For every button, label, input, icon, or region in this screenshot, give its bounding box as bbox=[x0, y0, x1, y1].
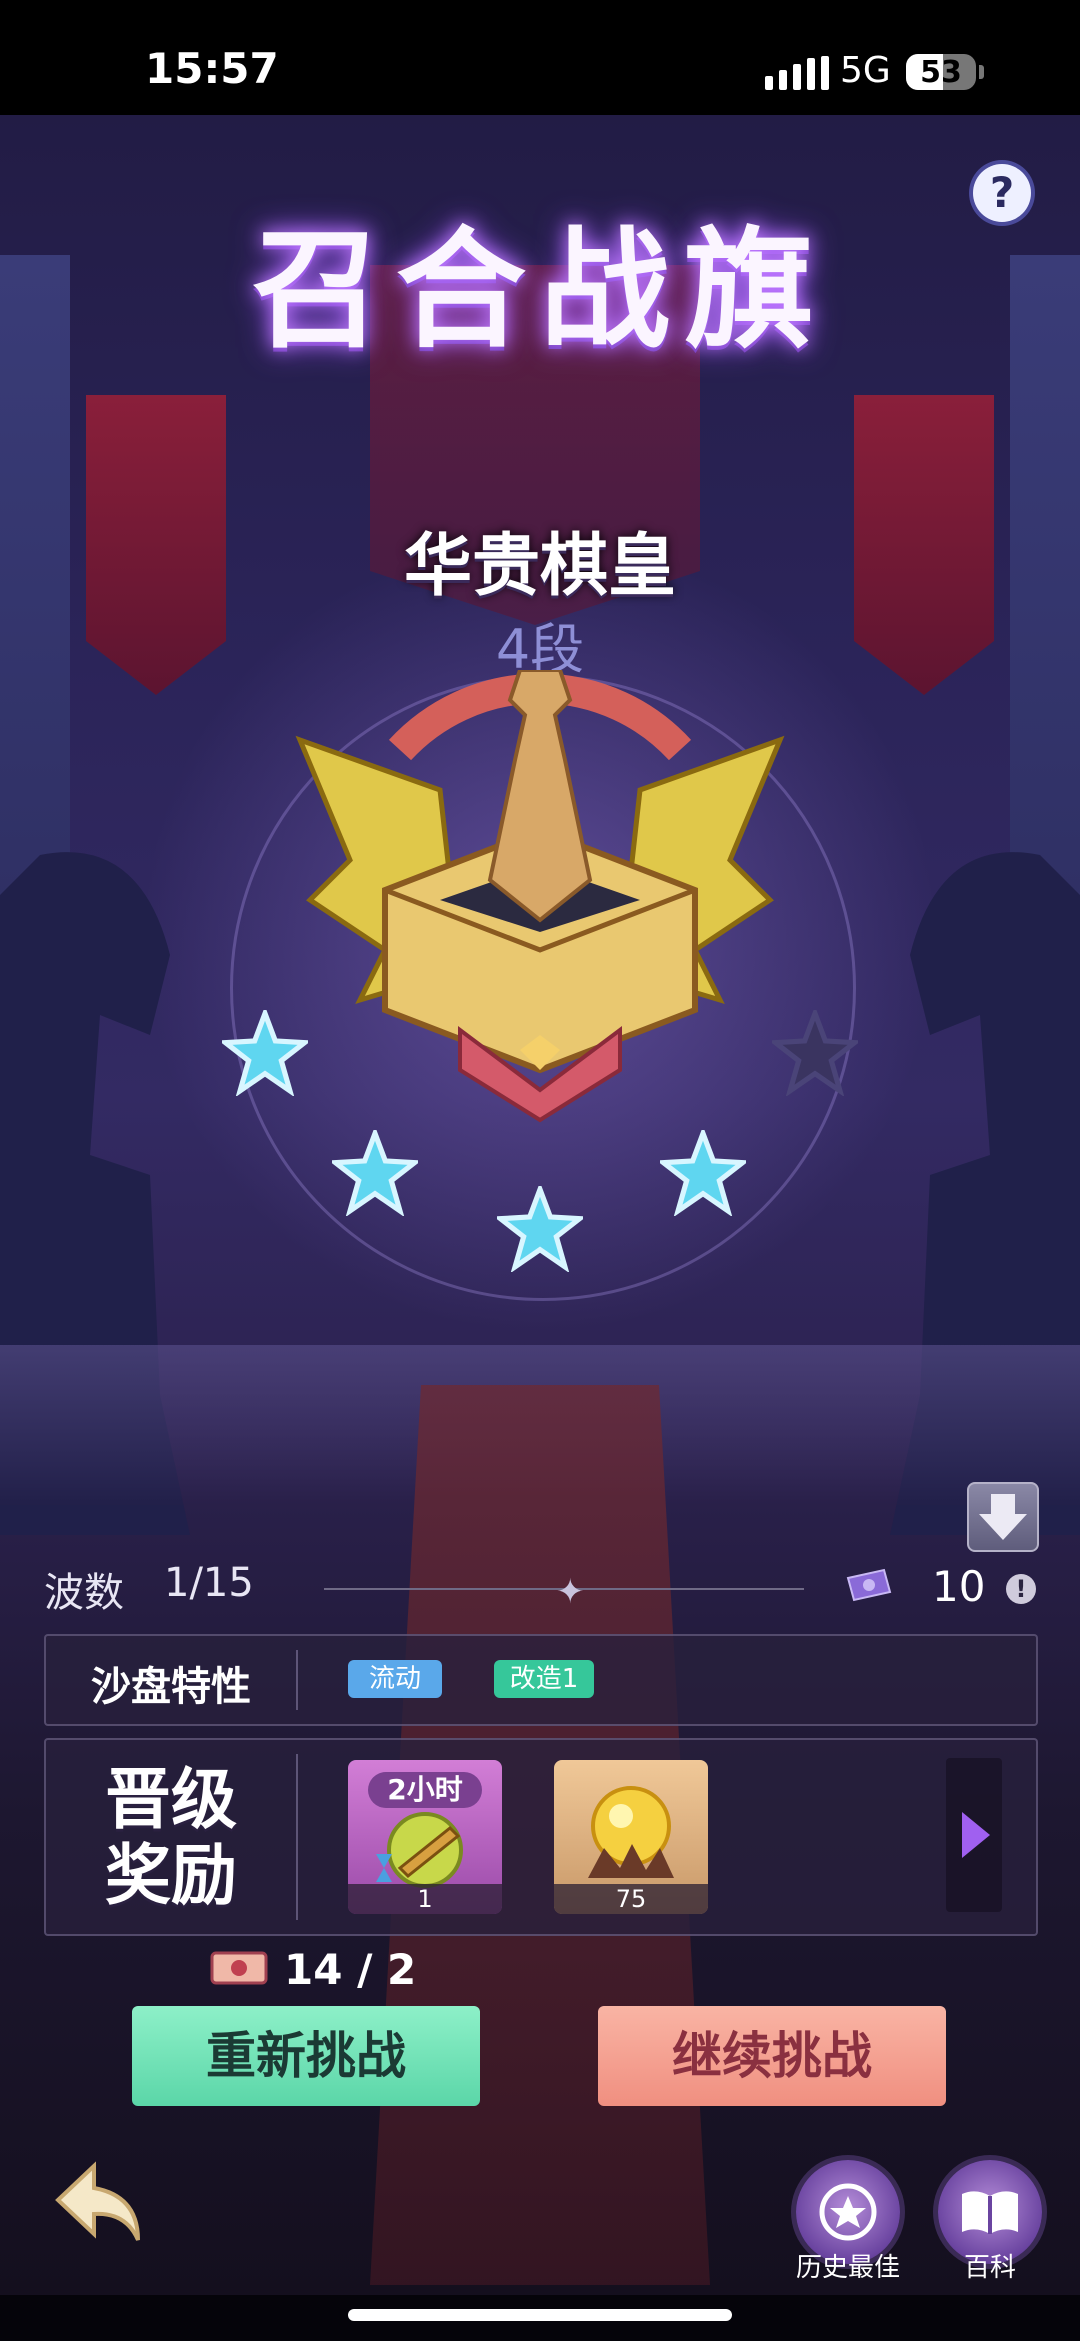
sparkle-icon: ✦ bbox=[556, 1572, 585, 1612]
wave-label: 波数 bbox=[44, 1570, 124, 1616]
rank-star-3 bbox=[497, 1186, 583, 1272]
coupon-count: 14 / 2 bbox=[284, 1945, 417, 1994]
network-type: 5G bbox=[840, 50, 891, 91]
rank-emblem-icon bbox=[295, 670, 785, 1123]
reward-duration-badge: 2小时 bbox=[368, 1772, 482, 1808]
continue-button[interactable]: 继续挑战 bbox=[598, 2006, 946, 2106]
rewards-panel: 晋级 奖励 2小时 1 75 bbox=[44, 1738, 1038, 1936]
rewards-title-line2: 奖励 bbox=[105, 1837, 237, 1914]
history-best-label: 历史最佳 bbox=[795, 2253, 900, 2283]
arrow-down-icon bbox=[979, 1494, 1027, 1540]
battery-icon: 53 bbox=[906, 54, 976, 90]
ticket-count: 10 bbox=[932, 1562, 986, 1611]
signal-icon bbox=[765, 56, 829, 90]
sandbox-title: 沙盘特性 bbox=[91, 1664, 251, 1710]
sandbox-panel: 沙盘特性 流动 改造1 bbox=[44, 1634, 1038, 1726]
download-button[interactable] bbox=[967, 1482, 1039, 1552]
coupon-icon bbox=[210, 1951, 268, 1985]
rewards-title-line1: 晋级 bbox=[105, 1761, 237, 1838]
encyclopedia-label: 百科 bbox=[963, 2253, 1016, 2283]
ticket-icon bbox=[846, 1568, 892, 1602]
help-button[interactable]: ? bbox=[973, 164, 1031, 222]
panel-divider bbox=[296, 1754, 298, 1920]
chevron-right-icon bbox=[962, 1812, 990, 1858]
back-arrow-icon[interactable] bbox=[50, 2160, 146, 2256]
status-bar: 15:57 5G 53 bbox=[0, 0, 1080, 115]
next-rewards-button[interactable] bbox=[946, 1758, 1002, 1912]
rank-star-2 bbox=[332, 1130, 418, 1216]
panel-divider bbox=[296, 1650, 298, 1710]
retry-button[interactable]: 重新挑战 bbox=[132, 2006, 480, 2106]
reward-quantity: 75 bbox=[554, 1884, 708, 1914]
battery-tip bbox=[979, 65, 984, 79]
reward-item[interactable]: 75 bbox=[554, 1760, 708, 1914]
rank-star-5 bbox=[772, 1010, 858, 1096]
game-title: 召合战旗 bbox=[251, 213, 828, 366]
reward-quantity: 1 bbox=[348, 1884, 502, 1914]
rank-star-4 bbox=[660, 1130, 746, 1216]
wave-row: 波数 1/15 ✦ 10 ! bbox=[44, 1560, 1040, 1620]
battery-level: 53 bbox=[920, 55, 962, 90]
sandbox-tag-flow[interactable]: 流动 bbox=[348, 1660, 442, 1698]
home-indicator[interactable] bbox=[348, 2309, 732, 2321]
info-icon[interactable]: ! bbox=[1006, 1574, 1036, 1604]
reward-item[interactable]: 2小时 1 bbox=[348, 1760, 502, 1914]
sandbox-tag-modify[interactable]: 改造1 bbox=[494, 1660, 594, 1698]
rank-name: 华贵棋皇 bbox=[403, 527, 676, 606]
status-time: 15:57 bbox=[145, 44, 279, 93]
rank-star-1 bbox=[222, 1010, 308, 1096]
wave-value: 1/15 bbox=[164, 1560, 254, 1606]
gold-orb-icon bbox=[588, 1786, 674, 1878]
sword-coin-icon bbox=[376, 1812, 463, 1888]
